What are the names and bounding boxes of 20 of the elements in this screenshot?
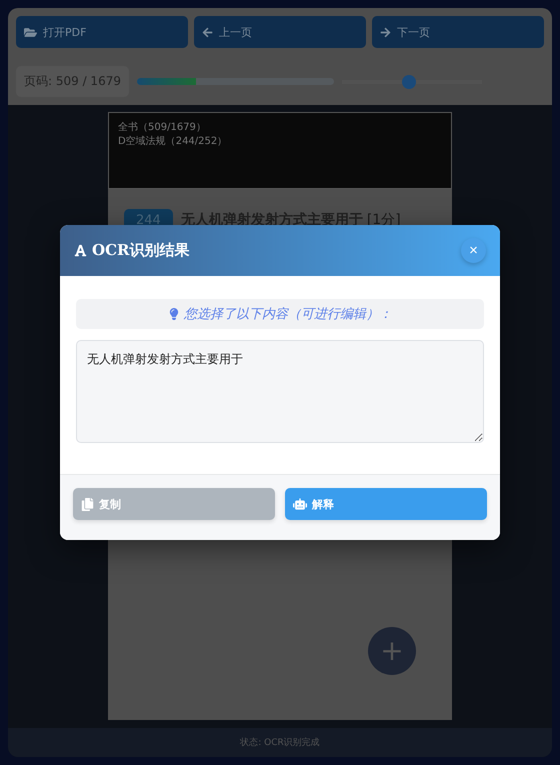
arrow-left-icon bbox=[202, 26, 213, 38]
slider-thumb[interactable] bbox=[402, 74, 416, 88]
folder-icon bbox=[24, 26, 37, 38]
explain-button[interactable]: 解释 bbox=[285, 488, 487, 520]
ocr-text-field[interactable]: 无人机弹射发射方式主要用于 bbox=[76, 340, 484, 443]
open-button[interactable]: 打开PDF bbox=[16, 16, 188, 48]
status-text: 状态: OCR识别完成 bbox=[240, 736, 320, 749]
copy-icon bbox=[81, 498, 94, 510]
next-button[interactable]: 下一页 bbox=[372, 16, 544, 48]
header-text: 全书（509/1679） bbox=[118, 121, 207, 135]
hint-text: 您选择了以下内容（可进行编辑）： bbox=[184, 306, 392, 323]
lightbulb-icon bbox=[168, 308, 180, 320]
robot-icon bbox=[293, 497, 307, 511]
dialog-title: OCR识别结果 bbox=[74, 241, 190, 260]
close-button[interactable]: × bbox=[461, 238, 486, 263]
arrow-right-icon bbox=[380, 26, 391, 38]
font-icon bbox=[74, 244, 87, 257]
prev-button[interactable]: 上一页 bbox=[194, 16, 366, 48]
header-text: D空域法规（244/252） bbox=[118, 135, 228, 149]
copy-button[interactable]: 复制 bbox=[73, 488, 275, 520]
